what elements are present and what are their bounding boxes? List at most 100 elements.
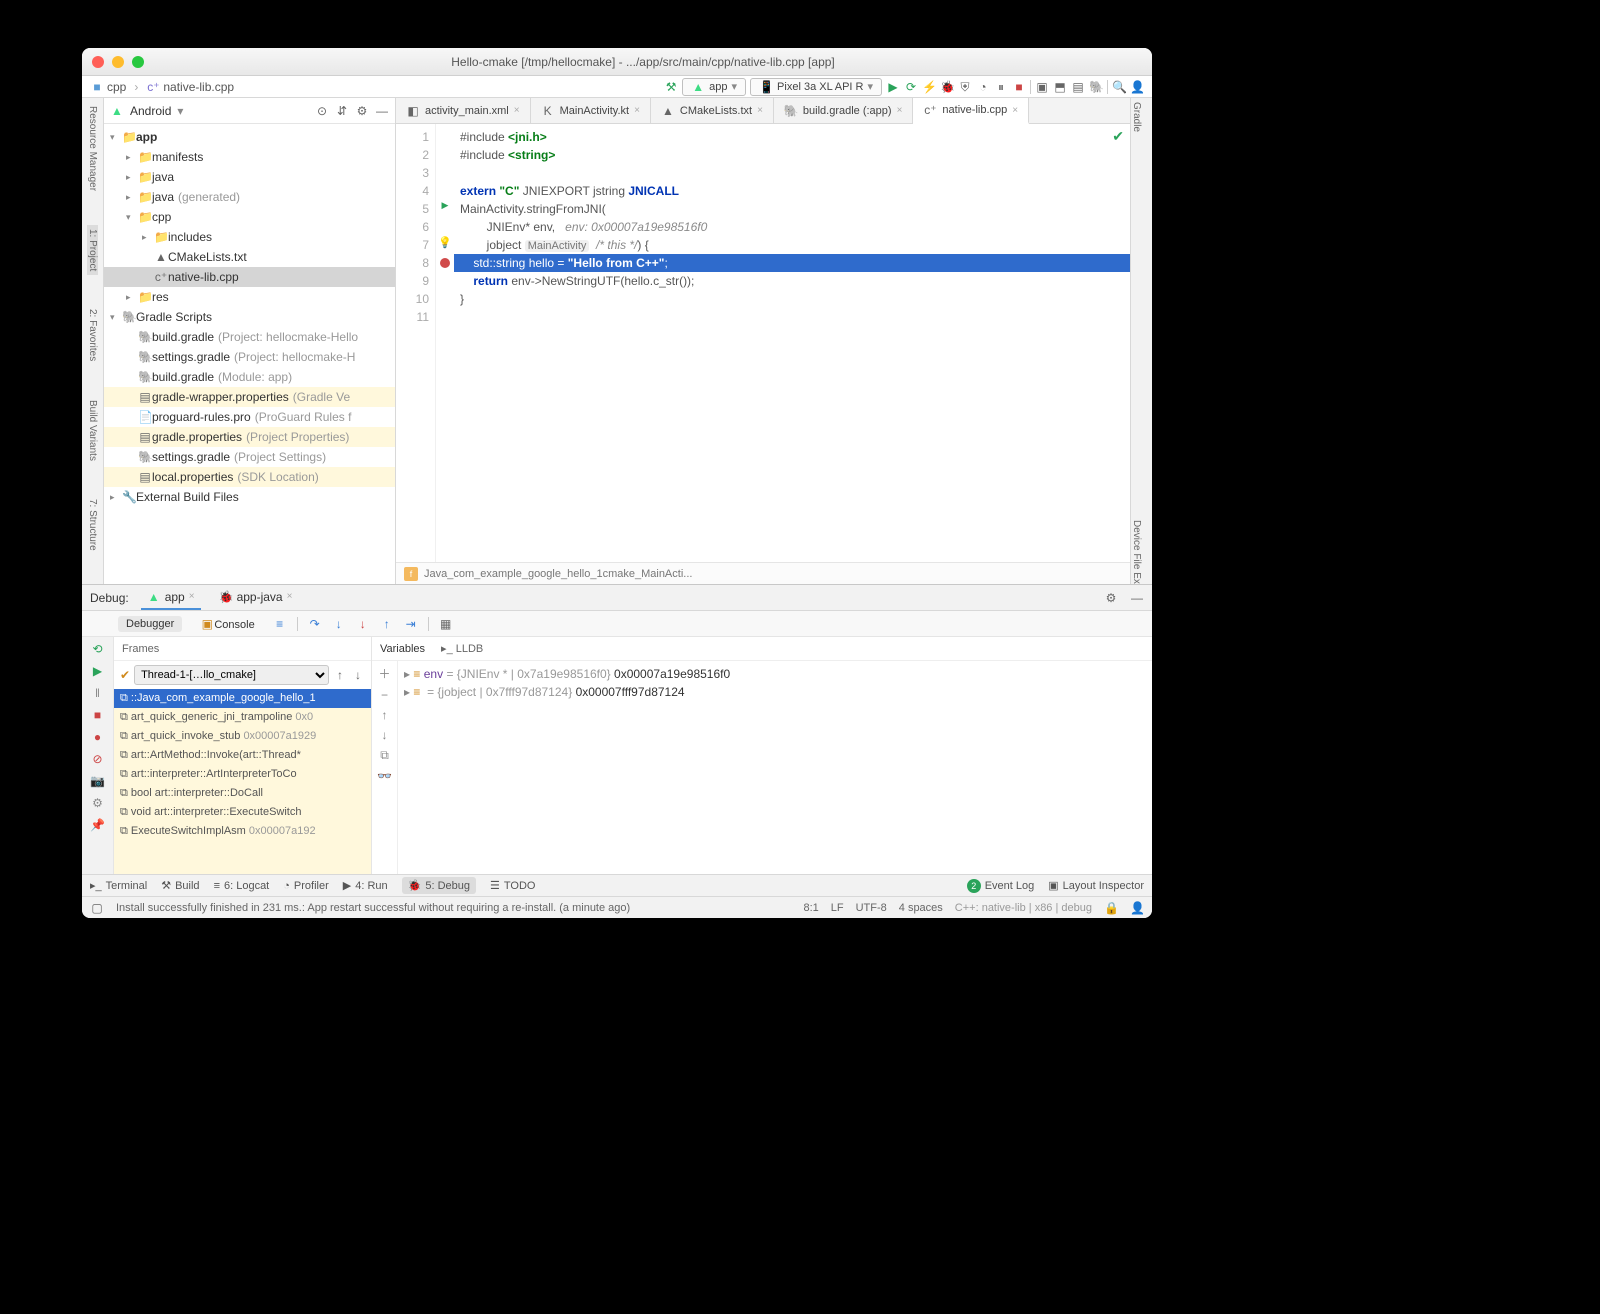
tree-row[interactable]: 🐘 build.gradle(Project: hellocmake-Hello	[104, 327, 395, 347]
editor-tab[interactable]: ▲CMakeLists.txt×	[651, 98, 774, 123]
evaluate-expression-icon[interactable]: ▦	[439, 617, 453, 631]
tree-row[interactable]: ▾🐘 Gradle Scripts	[104, 307, 395, 327]
gear-icon[interactable]: ⚙	[355, 104, 369, 118]
remove-watch-icon[interactable]: −	[381, 688, 388, 702]
lock-icon[interactable]: 🔒	[1104, 901, 1118, 915]
close-tab-icon[interactable]: ×	[757, 105, 763, 116]
breadcrumb-root[interactable]: ■cpp	[90, 80, 126, 94]
tree-row[interactable]: ▸🔧 External Build Files	[104, 487, 395, 507]
thread-dump-icon[interactable]: 📷	[90, 773, 106, 789]
frame-row[interactable]: ⧉ art::interpreter::ArtInterpreterToCo	[114, 765, 371, 784]
step-into-icon[interactable]: ↓	[332, 617, 346, 631]
run-icon[interactable]: ▶	[886, 80, 900, 94]
terminal-tab[interactable]: ▸_Terminal	[90, 879, 147, 892]
event-log-tab[interactable]: 2Event Log	[967, 879, 1035, 893]
debug-tab[interactable]: 🐞5: Debug	[402, 877, 476, 894]
bulb-icon[interactable]: 💡	[436, 236, 454, 254]
tool-tab-project[interactable]: 1: Project	[87, 225, 98, 275]
frame-row[interactable]: ⧉ bool art::interpreter::DoCall	[114, 784, 371, 803]
settings-icon[interactable]: ⚙	[90, 795, 106, 811]
tool-tab-favorites[interactable]: 2: Favorites	[87, 305, 98, 365]
profiler-tab[interactable]: ◔Profiler	[283, 880, 329, 892]
hammer-build-icon[interactable]: ⚒	[664, 80, 678, 94]
cpp-context[interactable]: C++: native-lib | x86 | debug	[955, 902, 1092, 914]
up-icon[interactable]: ↑	[382, 708, 388, 722]
hide-panel-icon[interactable]: —	[1130, 591, 1144, 605]
pause-icon[interactable]: ‖	[90, 685, 106, 701]
tree-row[interactable]: ▸📁 includes	[104, 227, 395, 247]
editor-tab[interactable]: 🐘build.gradle (:app)×	[774, 98, 914, 123]
threads-view-icon[interactable]: ≡	[273, 617, 287, 631]
variable-row[interactable]: ▸ ≡ = {jobject | 0x7fff97d87124} 0x00007…	[404, 683, 1146, 701]
apply-changes-restart-icon[interactable]: ⟳	[904, 80, 918, 94]
gear-icon[interactable]: ⚙	[1104, 591, 1118, 605]
frame-row[interactable]: ⧉ void art::interpreter::ExecuteSwitch	[114, 803, 371, 822]
expand-all-icon[interactable]: ⇵	[335, 104, 349, 118]
build-tab[interactable]: ⚒Build	[161, 879, 199, 892]
logcat-tab[interactable]: ≡6: Logcat	[214, 880, 270, 892]
view-breakpoints-icon[interactable]: ●	[90, 729, 106, 745]
resource-manager-icon[interactable]: ▤	[1071, 80, 1085, 94]
profiler-icon[interactable]: ◔	[976, 80, 990, 94]
editor-tab[interactable]: KMainActivity.kt×	[531, 98, 651, 123]
code-editor[interactable]: ✔ 1234567891011 ▶ 💡 #include <jni.h> #in…	[396, 124, 1130, 562]
rerun-icon[interactable]: ⟲	[90, 641, 106, 657]
close-window-button[interactable]	[92, 56, 104, 68]
frame-row[interactable]: ⧉ art::ArtMethod::Invoke(art::Thread*	[114, 746, 371, 765]
prev-frame-icon[interactable]: ↑	[333, 668, 347, 682]
tree-row[interactable]: 🐘 settings.gradle(Project Settings)	[104, 447, 395, 467]
resume-icon[interactable]: ▶	[90, 663, 106, 679]
tree-row[interactable]: 🐘 settings.gradle(Project: hellocmake-H	[104, 347, 395, 367]
hide-panel-icon[interactable]: —	[375, 104, 389, 118]
force-step-into-icon[interactable]: ↓	[356, 617, 370, 631]
frame-row[interactable]: ⧉ ::Java_com_example_google_hello_1	[114, 689, 371, 708]
add-watch-icon[interactable]: ＋	[378, 665, 390, 682]
tree-row[interactable]: ▤ gradle.properties(Project Properties)	[104, 427, 395, 447]
debug-session-tab-app[interactable]: ▲app×	[141, 585, 201, 610]
apply-changes-icon[interactable]: ⚡	[922, 80, 936, 94]
tool-tab-build-variants[interactable]: Build Variants	[87, 396, 98, 465]
project-tree[interactable]: ▾📁 app▸📁 manifests▸📁 java▸📁 java(generat…	[104, 124, 395, 584]
search-icon[interactable]: 🔍	[1112, 80, 1126, 94]
caret-position[interactable]: 8:1	[803, 902, 818, 914]
debug-icon[interactable]: 🐞	[940, 80, 954, 94]
tool-tab-structure[interactable]: 7: Structure	[87, 495, 98, 555]
file-encoding[interactable]: UTF-8	[856, 902, 887, 914]
tool-tab-resource-manager[interactable]: Resource Manager	[87, 102, 98, 195]
project-view-mode[interactable]: Android	[130, 104, 171, 118]
locate-icon[interactable]: ⊙	[315, 104, 329, 118]
next-frame-icon[interactable]: ↓	[351, 668, 365, 682]
zoom-window-button[interactable]	[132, 56, 144, 68]
debug-session-tab-appjava[interactable]: 🐞app-java×	[213, 585, 299, 610]
device-dropdown[interactable]: 📱Pixel 3a XL API R▾	[750, 78, 882, 96]
copy-icon[interactable]: ⧉	[380, 748, 389, 763]
run-config-dropdown[interactable]: ▲app▾	[682, 78, 746, 96]
tree-row[interactable]: 🐘 build.gradle(Module: app)	[104, 367, 395, 387]
tree-row[interactable]: ▸📁 manifests	[104, 147, 395, 167]
indent-widget[interactable]: 4 spaces	[899, 902, 943, 914]
close-tab-icon[interactable]: ×	[1012, 105, 1018, 116]
frame-row[interactable]: ⧉ art_quick_generic_jni_trampoline 0x0	[114, 708, 371, 727]
tree-row[interactable]: c⁺ native-lib.cpp	[104, 267, 395, 287]
todo-tab[interactable]: ☰TODO	[490, 879, 535, 892]
close-tab-icon[interactable]: ×	[189, 591, 195, 602]
breakpoint-icon[interactable]	[436, 254, 454, 272]
breadcrumb-file[interactable]: c⁺native-lib.cpp	[146, 80, 234, 94]
editor-breadcrumb-text[interactable]: Java_com_example_google_hello_1cmake_Mai…	[424, 568, 692, 580]
sdk-manager-icon[interactable]: ⬒	[1053, 80, 1067, 94]
frame-row[interactable]: ⧉ art_quick_invoke_stub 0x00007a1929	[114, 727, 371, 746]
down-icon[interactable]: ↓	[382, 728, 388, 742]
inspector-icon[interactable]: 👤	[1130, 901, 1144, 915]
line-separator[interactable]: LF	[831, 902, 844, 914]
sync-gradle-icon[interactable]: 🐘	[1089, 80, 1103, 94]
close-tab-icon[interactable]: ×	[634, 105, 640, 116]
user-icon[interactable]: 👤	[1130, 80, 1144, 94]
coverage-icon[interactable]: ⛨	[958, 80, 972, 94]
tree-row[interactable]: ▸📁 res	[104, 287, 395, 307]
mute-breakpoints-icon[interactable]: ⊘	[90, 751, 106, 767]
run-to-cursor-icon[interactable]: ⇥	[404, 617, 418, 631]
close-tab-icon[interactable]: ×	[287, 591, 293, 602]
tool-windows-icon[interactable]: ▢	[90, 901, 104, 915]
run-tab[interactable]: ▶4: Run	[343, 879, 388, 892]
tree-row[interactable]: ▾📁 cpp	[104, 207, 395, 227]
